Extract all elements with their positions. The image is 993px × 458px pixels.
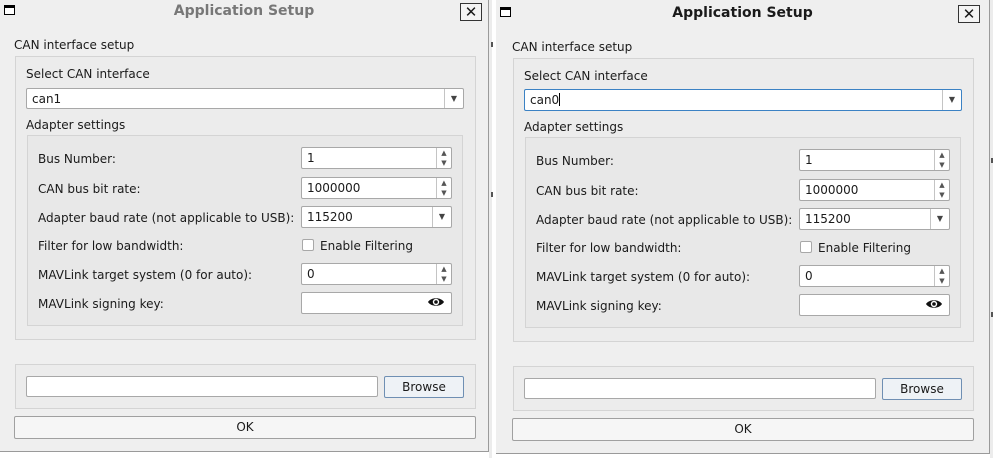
title-bar[interactable]: Application Setup ✕ <box>496 0 989 23</box>
spin-down-icon[interactable]: ▼ <box>437 188 451 198</box>
spin-down-icon[interactable]: ▼ <box>935 276 949 286</box>
close-icon: ✕ <box>464 3 478 21</box>
spin-down-icon[interactable]: ▼ <box>437 158 451 168</box>
background-window-sliver <box>489 0 492 458</box>
application-setup-dialog: Application Setup ✕ CAN interface setup … <box>496 0 990 454</box>
baud-rate-label: Adapter baud rate (not applicable to USB… <box>38 211 295 225</box>
baud-rate-label: Adapter baud rate (not applicable to USB… <box>536 213 793 227</box>
application-setup-dialog: Application Setup ✕ CAN interface setup … <box>0 0 489 452</box>
title-bar[interactable]: Application Setup ✕ <box>0 0 488 22</box>
spin-down-icon[interactable]: ▼ <box>935 190 949 200</box>
close-button[interactable]: ✕ <box>958 5 980 23</box>
eye-icon[interactable] <box>427 295 445 309</box>
bitrate-label: CAN bus bit rate: <box>536 184 639 198</box>
window-title: Application Setup <box>672 5 813 21</box>
mavlink-target-value: 0 <box>805 269 813 283</box>
baud-rate-combobox[interactable]: 115200 ▼ <box>799 208 950 230</box>
eye-icon[interactable] <box>925 297 943 311</box>
enable-filtering-checkbox[interactable] <box>302 239 314 251</box>
filter-label: Filter for low bandwidth: <box>536 241 682 255</box>
adapter-settings-title: Adapter settings <box>524 120 624 134</box>
bus-number-label: Bus Number: <box>38 152 116 166</box>
mavlink-target-spinbox[interactable]: 0 ▲ ▼ <box>301 263 452 285</box>
can-setup-group-title: CAN interface setup <box>14 38 135 52</box>
select-interface-label: Select CAN interface <box>524 69 648 83</box>
spin-up-icon[interactable]: ▲ <box>935 180 949 190</box>
mavlink-target-label: MAVLink target system (0 for auto): <box>536 270 751 284</box>
bitrate-spinbox[interactable]: 1000000 ▲ ▼ <box>799 179 950 201</box>
file-path-input[interactable] <box>524 378 876 399</box>
filter-label: Filter for low bandwidth: <box>38 239 184 253</box>
bus-number-value: 1 <box>307 151 315 165</box>
can-interface-combobox[interactable]: can1 ▼ <box>26 88 464 109</box>
bitrate-value: 1000000 <box>307 181 361 195</box>
background-window-mark <box>491 42 493 47</box>
spin-down-icon[interactable]: ▼ <box>437 274 451 284</box>
spin-up-icon[interactable]: ▲ <box>437 148 451 158</box>
baud-rate-combobox[interactable]: 115200 ▼ <box>301 206 452 228</box>
bitrate-label: CAN bus bit rate: <box>38 182 141 196</box>
enable-filtering-label[interactable]: Enable Filtering <box>818 241 911 255</box>
baud-rate-value: 115200 <box>307 210 353 224</box>
chevron-down-icon[interactable]: ▼ <box>942 90 961 110</box>
ok-button[interactable]: OK <box>14 416 476 439</box>
baud-rate-value: 115200 <box>805 212 851 226</box>
spin-up-icon[interactable]: ▲ <box>437 264 451 274</box>
enable-filtering-label[interactable]: Enable Filtering <box>320 239 413 253</box>
window-title: Application Setup <box>173 3 315 19</box>
signing-key-input[interactable] <box>301 292 452 314</box>
background-window-mark <box>491 192 493 197</box>
bus-number-value: 1 <box>805 153 813 167</box>
mavlink-target-label: MAVLink target system (0 for auto): <box>38 268 253 282</box>
select-interface-label: Select CAN interface <box>26 67 150 81</box>
close-icon: ✕ <box>962 5 976 23</box>
mavlink-target-value: 0 <box>307 267 315 281</box>
can-interface-combobox[interactable]: can0 ▼ <box>524 89 962 111</box>
ok-button[interactable]: OK <box>512 418 974 441</box>
bitrate-spinbox[interactable]: 1000000 ▲ ▼ <box>301 177 452 199</box>
chevron-down-icon[interactable]: ▼ <box>930 209 949 229</box>
can-setup-group-title: CAN interface setup <box>512 40 633 54</box>
chevron-down-icon[interactable]: ▼ <box>432 207 451 227</box>
signing-key-label: MAVLink signing key: <box>536 299 662 313</box>
chevron-down-icon[interactable]: ▼ <box>444 89 463 108</box>
browse-button[interactable]: Browse <box>384 376 464 398</box>
spin-up-icon[interactable]: ▲ <box>437 178 451 188</box>
spin-up-icon[interactable]: ▲ <box>935 150 949 160</box>
spin-up-icon[interactable]: ▲ <box>935 266 949 276</box>
can-interface-value: can0 <box>530 93 561 107</box>
signing-key-input[interactable] <box>799 294 950 316</box>
bitrate-value: 1000000 <box>805 183 859 197</box>
file-path-input[interactable] <box>26 376 378 397</box>
bus-number-spinbox[interactable]: 1 ▲ ▼ <box>301 147 452 169</box>
close-button[interactable]: ✕ <box>460 3 482 21</box>
bus-number-label: Bus Number: <box>536 154 614 168</box>
mavlink-target-spinbox[interactable]: 0 ▲ ▼ <box>799 265 950 287</box>
adapter-settings-title: Adapter settings <box>26 118 126 132</box>
spin-down-icon[interactable]: ▼ <box>935 160 949 170</box>
enable-filtering-checkbox[interactable] <box>800 241 812 253</box>
browse-button[interactable]: Browse <box>882 378 962 400</box>
bus-number-spinbox[interactable]: 1 ▲ ▼ <box>799 149 950 171</box>
can-interface-value: can1 <box>32 92 62 106</box>
signing-key-label: MAVLink signing key: <box>38 297 164 311</box>
